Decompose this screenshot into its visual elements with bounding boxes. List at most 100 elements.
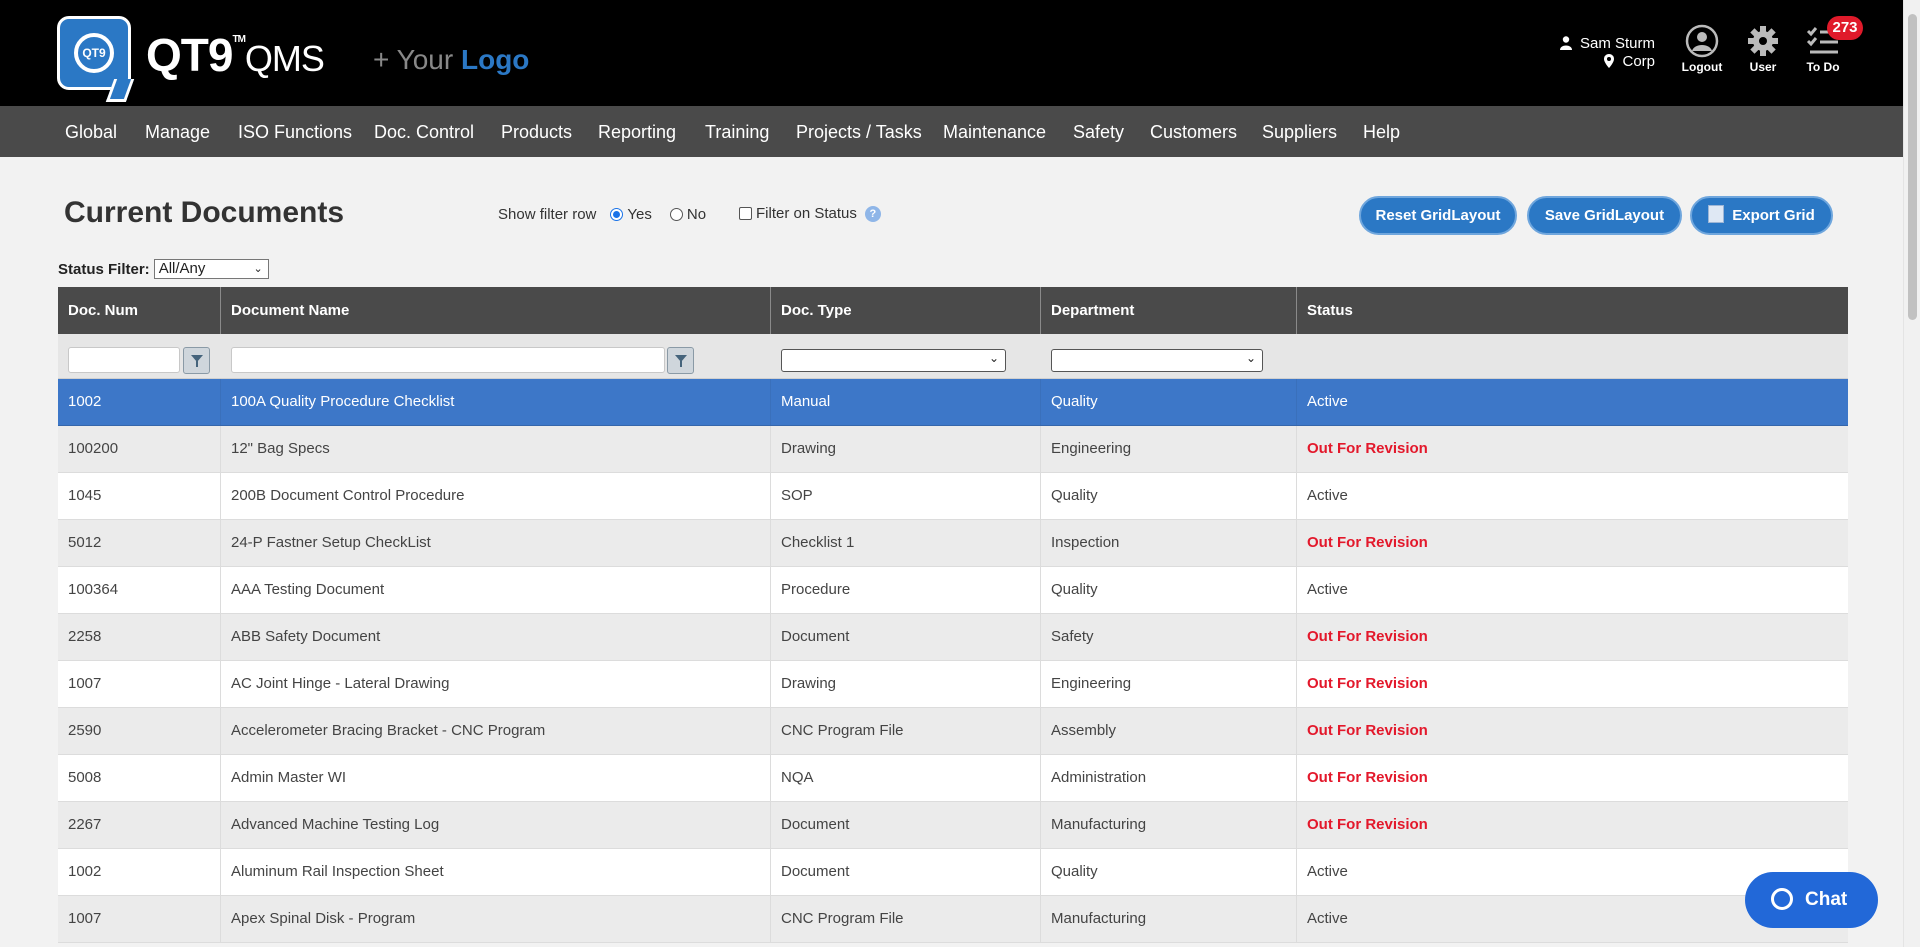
doc-type-cell: Document xyxy=(771,849,1041,895)
nav-item-manage[interactable]: Manage xyxy=(145,122,210,143)
doc-num-cell: 100200 xyxy=(58,426,221,472)
person-icon xyxy=(1559,36,1572,50)
doc-num-cell: 1045 xyxy=(58,473,221,519)
document-name-cell: AAA Testing Document xyxy=(221,567,771,613)
document-name-cell: AC Joint Hinge - Lateral Drawing xyxy=(221,661,771,707)
department-filter-select[interactable]: ⌄ xyxy=(1051,349,1263,372)
filter-on-status-label[interactable]: Filter on Status xyxy=(756,205,857,222)
table-row[interactable]: 1007 AC Joint Hinge - Lateral Drawing Draw… xyxy=(58,661,1848,708)
nav-item-help[interactable]: Help xyxy=(1363,122,1400,143)
nav-item-doc-control[interactable]: Doc. Control xyxy=(374,122,474,143)
department-cell: Manufacturing xyxy=(1041,896,1297,942)
doc-num-cell: 1007 xyxy=(58,661,221,707)
doc-num-cell: 5012 xyxy=(58,520,221,566)
user-settings-button[interactable]: User xyxy=(1733,24,1793,74)
column-header-document-name[interactable]: Document Name xyxy=(221,287,771,334)
nav-item-projects-tasks[interactable]: Projects / Tasks xyxy=(796,122,922,143)
nav-item-maintenance[interactable]: Maintenance xyxy=(943,122,1046,143)
table-row[interactable]: 1002 Aluminum Rail Inspection Sheet Docume… xyxy=(58,849,1848,896)
nav-item-reporting[interactable]: Reporting xyxy=(598,122,676,143)
document-name-cell: Advanced Machine Testing Log xyxy=(221,802,771,848)
doc-num-cell: 2258 xyxy=(58,614,221,660)
column-header-status[interactable]: Status xyxy=(1297,287,1848,334)
save-grid-layout-button[interactable]: Save GridLayout xyxy=(1527,196,1682,235)
logout-button[interactable]: Logout xyxy=(1672,24,1732,74)
filter-funnel-icon xyxy=(191,355,203,367)
table-row[interactable]: 2258 ABB Safety Document Document Safety Out… xyxy=(58,614,1848,661)
status-filter-select[interactable]: All/Any ⌄ xyxy=(153,259,269,279)
column-header-doc-num[interactable]: Doc. Num xyxy=(58,287,221,334)
department-cell: Safety xyxy=(1041,614,1297,660)
doc-type-cell: NQA xyxy=(771,755,1041,801)
status-cell: Active xyxy=(1307,393,1348,410)
doc-type-filter-select[interactable]: ⌄ xyxy=(781,349,1006,372)
nav-item-products[interactable]: Products xyxy=(501,122,572,143)
document-name-cell: 200B Document Control Procedure xyxy=(221,473,771,519)
department-cell: Quality xyxy=(1041,567,1297,613)
table-row[interactable]: 5008 Admin Master WI NQA Administration Out … xyxy=(58,755,1848,802)
table-row[interactable]: 5012 24-P Fastner Setup CheckList Checklis… xyxy=(58,520,1848,567)
yes-label[interactable]: Yes xyxy=(627,206,651,223)
table-row[interactable]: 1007 Apex Spinal Disk - Program CNC Progra… xyxy=(58,896,1848,943)
doc-num-cell: 1002 xyxy=(58,849,221,895)
document-name-filter-button[interactable] xyxy=(667,347,694,374)
logout-user-circle-icon xyxy=(1685,24,1719,58)
column-header-doc-type[interactable]: Doc. Type xyxy=(771,287,1041,334)
status-cell: Out For Revision xyxy=(1307,628,1428,645)
chat-button[interactable]: Chat xyxy=(1745,872,1878,928)
scrollbar-thumb[interactable] xyxy=(1908,14,1917,320)
column-header-department[interactable]: Department xyxy=(1041,287,1297,334)
filter-on-status-checkbox[interactable] xyxy=(739,207,752,220)
reset-grid-layout-button[interactable]: Reset GridLayout xyxy=(1359,196,1517,235)
documents-grid: Doc. Num Document Name Doc. Type Departm… xyxy=(58,287,1848,943)
page-title: Current Documents xyxy=(64,196,345,229)
status-cell: Out For Revision xyxy=(1307,722,1428,739)
doc-type-cell: CNC Program File xyxy=(771,896,1041,942)
export-grid-button[interactable]: Export Grid xyxy=(1690,196,1833,235)
table-row[interactable]: 1002 100A Quality Procedure Checklist Manu… xyxy=(58,379,1848,426)
doc-num-filter-button[interactable] xyxy=(183,347,210,374)
page-scrollbar[interactable] xyxy=(1903,0,1920,947)
doc-num-cell: 2590 xyxy=(58,708,221,754)
document-name-cell: Aluminum Rail Inspection Sheet xyxy=(221,849,771,895)
gear-icon xyxy=(1746,24,1780,58)
doc-num-filter-input[interactable] xyxy=(68,347,180,373)
table-row[interactable]: 2267 Advanced Machine Testing Log Document… xyxy=(58,802,1848,849)
department-cell: Inspection xyxy=(1041,520,1297,566)
department-cell: Assembly xyxy=(1041,708,1297,754)
user-name: Sam Sturm xyxy=(1579,34,1655,52)
nav-item-customers[interactable]: Customers xyxy=(1150,122,1237,143)
doc-num-cell: 1007 xyxy=(58,896,221,942)
help-icon[interactable]: ? xyxy=(864,205,881,222)
nav-item-safety[interactable]: Safety xyxy=(1073,122,1124,143)
doc-type-cell: Document xyxy=(771,614,1041,660)
nav-item-global[interactable]: Global xyxy=(65,122,117,143)
top-header: QT9 QT9TMQMS + Your Logo Sam Sturm Corp … xyxy=(0,0,1920,106)
nav-item-suppliers[interactable]: Suppliers xyxy=(1262,122,1337,143)
doc-type-cell: Drawing xyxy=(771,426,1041,472)
filter-row-no-radio[interactable] xyxy=(669,208,683,221)
grid-body: 1002 100A Quality Procedure Checklist Manu… xyxy=(58,379,1848,943)
department-cell: Engineering xyxy=(1041,426,1297,472)
status-cell: Out For Revision xyxy=(1307,816,1428,833)
table-row[interactable]: 2590 Accelerometer Bracing Bracket - CNC … xyxy=(58,708,1848,755)
table-row[interactable]: 100200 12" Bag Specs Drawing Engineering Out… xyxy=(58,426,1848,473)
app-logo-text[interactable]: QT9TMQMS xyxy=(146,28,325,82)
table-row[interactable]: 100364 AAA Testing Document Procedure Quali… xyxy=(58,567,1848,614)
status-cell: Active xyxy=(1307,581,1348,598)
chevron-down-icon: ⌄ xyxy=(1245,351,1256,365)
document-name-filter-input[interactable] xyxy=(231,347,665,373)
doc-num-cell: 100364 xyxy=(58,567,221,613)
table-row[interactable]: 1045 200B Document Control Procedure SOP Qu… xyxy=(58,473,1848,520)
qt9-logo-icon[interactable]: QT9 xyxy=(57,16,135,102)
your-logo-placeholder: + Your Logo xyxy=(373,44,530,75)
nav-item-iso-functions[interactable]: ISO Functions xyxy=(238,122,352,143)
no-label[interactable]: No xyxy=(687,206,706,223)
doc-type-cell: Procedure xyxy=(771,567,1041,613)
document-name-cell: ABB Safety Document xyxy=(221,614,771,660)
chevron-down-icon: ⌄ xyxy=(988,351,999,365)
nav-item-training[interactable]: Training xyxy=(705,122,769,143)
filter-row-yes-radio[interactable] xyxy=(610,208,624,221)
export-file-icon xyxy=(1708,205,1725,224)
filter-funnel-icon xyxy=(675,355,687,367)
